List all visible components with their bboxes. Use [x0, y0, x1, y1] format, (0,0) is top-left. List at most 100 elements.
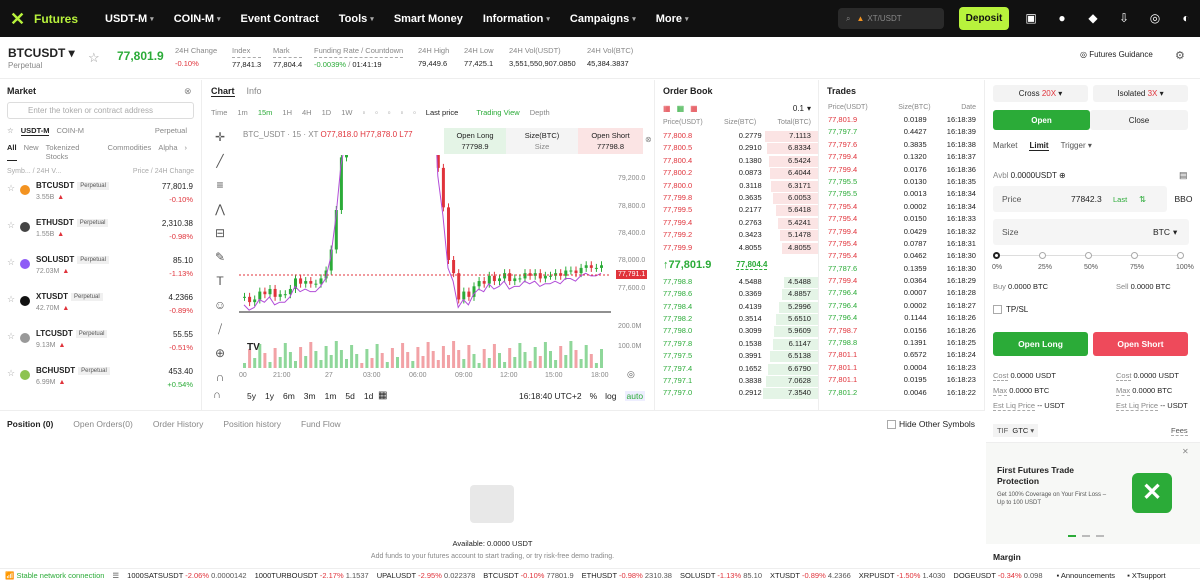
- footer-ticker[interactable]: DOGEUSDT -0.34% 0.098: [953, 571, 1042, 580]
- favorite-star-icon[interactable]: ☆: [7, 183, 15, 194]
- slider-stop[interactable]: [1131, 252, 1138, 259]
- deposit-button[interactable]: Deposit: [959, 7, 1009, 30]
- interval-1m[interactable]: 1m: [237, 108, 247, 117]
- horizontal-lines-icon[interactable]: ≡: [209, 178, 231, 202]
- market-row[interactable]: ☆ BCHUSDT Perpetual 6.99M ▲ 453.40 +0.54%: [0, 362, 201, 399]
- ruler-icon[interactable]: ⧸: [209, 322, 231, 346]
- zoom-icon[interactable]: ⊕: [209, 346, 231, 370]
- footer-ticker[interactable]: 1000SATSUSDT -2.06% 0.0000142: [127, 571, 246, 580]
- watchlist-star-icon[interactable]: ☆: [7, 126, 14, 136]
- bid-row[interactable]: 77,797.5 0.3991 6.5138: [656, 350, 818, 363]
- tab-position-history[interactable]: Position history: [223, 419, 281, 429]
- indicator-icon[interactable]: ▫: [362, 108, 365, 117]
- tab-chart[interactable]: Chart: [211, 86, 235, 97]
- nav-item-tools[interactable]: Tools ▾: [339, 13, 374, 25]
- market-row[interactable]: ☆ ETHUSDT Perpetual 1.55B ▲ 2,310.38 -0.98%: [0, 214, 201, 251]
- close-tab[interactable]: Close: [1090, 110, 1188, 130]
- open-long-button[interactable]: Open Long: [993, 332, 1088, 356]
- nav-item-campaigns[interactable]: Campaigns ▾: [570, 13, 636, 25]
- tab-order-history[interactable]: Order History: [153, 419, 204, 429]
- trading-view-tab[interactable]: Trading View: [476, 108, 519, 117]
- bell-icon[interactable]: ◆: [1084, 9, 1102, 27]
- favorite-star-icon[interactable]: ☆: [7, 331, 15, 342]
- perpetual-filter[interactable]: Perpetual: [155, 126, 187, 136]
- slider-stop[interactable]: [1039, 252, 1046, 259]
- bid-row[interactable]: 77,798.8 4.5488 4.5488: [656, 276, 818, 288]
- interval-1h[interactable]: 1H: [282, 108, 292, 117]
- favorite-star-icon[interactable]: ☆: [88, 50, 100, 66]
- bid-row[interactable]: 77,797.0 0.2912 7.3540: [656, 387, 818, 400]
- tab-market[interactable]: Market: [993, 141, 1017, 151]
- futures-guidance-link[interactable]: ◎ Futures Guidance: [1080, 50, 1153, 59]
- ask-row[interactable]: 77,799.4 0.2763 5.4241: [656, 217, 818, 229]
- nav-item-more[interactable]: More ▾: [656, 13, 689, 25]
- bid-row[interactable]: 77,798.2 0.3514 5.6510: [656, 313, 818, 326]
- bid-row[interactable]: 77,797.1 0.3838 7.0628: [656, 375, 818, 388]
- text-tool-icon[interactable]: T: [209, 274, 231, 298]
- quick-open-long-button[interactable]: Open Long 77798.9: [444, 128, 506, 154]
- bid-row[interactable]: 77,797.4 0.1652 6.6790: [656, 363, 818, 375]
- compare-icon[interactable]: ▫: [388, 108, 391, 117]
- book-asks-icon[interactable]: ▦: [690, 104, 698, 113]
- ask-row[interactable]: 77,799.5 0.2177 5.6418: [656, 204, 818, 217]
- download-icon[interactable]: ⇩: [1115, 9, 1133, 27]
- footer-ticker[interactable]: ETHUSDT -0.98% 2310.38: [582, 571, 672, 580]
- ask-row[interactable]: 77,799.9 4.8055 4.8055: [656, 242, 818, 254]
- chart-settings-icon[interactable]: ◎: [627, 369, 635, 380]
- tab-fund-flow[interactable]: Fund Flow: [301, 419, 341, 429]
- user-icon[interactable]: ●: [1053, 9, 1071, 27]
- footer-ticker[interactable]: XRPUSDT -1.50% 1.4030: [859, 571, 946, 580]
- filter-new[interactable]: New: [24, 143, 39, 161]
- fees-link[interactable]: Fees: [1171, 426, 1188, 436]
- footer-ticker[interactable]: UPALUSDT -2.95% 0.022378: [377, 571, 476, 580]
- tab-open-orders-[interactable]: Open Orders(0): [73, 419, 133, 429]
- quick-size-input[interactable]: Size(BTC) Size: [506, 128, 578, 154]
- trendline-icon[interactable]: ╱: [209, 154, 231, 178]
- price-type-select[interactable]: Last price: [426, 108, 459, 117]
- promo-banner[interactable]: First Futures Trade Protection Get 100% …: [986, 442, 1200, 544]
- favorite-star-icon[interactable]: ☆: [7, 368, 15, 379]
- ask-row[interactable]: 77,800.4 0.1380 6.5424: [656, 155, 818, 167]
- filter-alpha[interactable]: Alpha: [158, 143, 177, 161]
- auto-toggle[interactable]: auto: [624, 391, 646, 401]
- interval-4h[interactable]: 4H: [302, 108, 312, 117]
- market-row[interactable]: ☆ LTCUSDT Perpetual 9.13M ▲ 55.55 -0.51%: [0, 325, 201, 362]
- tab-info[interactable]: Info: [247, 86, 262, 97]
- nav-item-information[interactable]: Information ▾: [483, 13, 550, 25]
- slider-stop[interactable]: [1177, 252, 1184, 259]
- favorite-star-icon[interactable]: ☆: [7, 220, 15, 231]
- theme-icon[interactable]: ◐: [1177, 9, 1195, 27]
- open-tab[interactable]: Open: [993, 110, 1090, 130]
- ask-row[interactable]: 77,800.5 0.2910 6.8334: [656, 142, 818, 155]
- template-icon[interactable]: ▫: [375, 108, 378, 117]
- market-row[interactable]: ☆ XTUSDT Perpetual 42.70M ▲ 4.2366 -0.89%: [0, 288, 201, 325]
- size-input[interactable]: Size BTC ▾: [993, 219, 1189, 245]
- tab-limit[interactable]: Limit: [1029, 141, 1049, 151]
- range-1y[interactable]: 1y: [265, 391, 274, 401]
- close-icon[interactable]: ⊗: [645, 135, 652, 144]
- nav-item-usdt-m[interactable]: USDT-M ▾: [105, 13, 154, 25]
- market-search-input[interactable]: Enter the token or contract address: [7, 102, 194, 119]
- depth-tab[interactable]: Depth: [530, 108, 550, 117]
- footer-ticker[interactable]: SOLUSDT -1.13% 85.10: [680, 571, 762, 580]
- favorite-star-icon[interactable]: ☆: [7, 294, 15, 305]
- book-both-icon[interactable]: ▦: [663, 104, 671, 113]
- bid-row[interactable]: 77,797.8 0.1538 6.1147: [656, 338, 818, 350]
- interval-time[interactable]: Time: [211, 108, 227, 117]
- ask-row[interactable]: 77,800.2 0.0873 6.4044: [656, 167, 818, 180]
- pattern-icon[interactable]: ⋀: [209, 202, 231, 226]
- interval-1w[interactable]: 1W: [341, 108, 352, 117]
- filter-commodities[interactable]: Commodities: [108, 143, 152, 161]
- support-link[interactable]: ▪ XTsupport: [1127, 571, 1166, 580]
- bid-row[interactable]: 77,798.6 0.3369 4.8857: [656, 288, 818, 301]
- ask-row[interactable]: 77,799.2 0.3423 5.1478: [656, 229, 818, 242]
- ask-row[interactable]: 77,800.8 0.2779 7.1113: [656, 130, 818, 142]
- bbo-button[interactable]: BBO: [1171, 186, 1196, 212]
- bid-row[interactable]: 77,798.0 0.3099 5.9609: [656, 325, 818, 338]
- transfer-icon[interactable]: ⊕: [1059, 171, 1066, 180]
- hide-other-symbols[interactable]: Hide Other Symbols: [887, 419, 975, 429]
- globe-icon[interactable]: ◎: [1146, 9, 1164, 27]
- log-toggle[interactable]: log: [605, 391, 616, 401]
- open-short-button[interactable]: Open Short: [1093, 332, 1188, 356]
- tab-coin-m[interactable]: COIN-M: [56, 126, 84, 136]
